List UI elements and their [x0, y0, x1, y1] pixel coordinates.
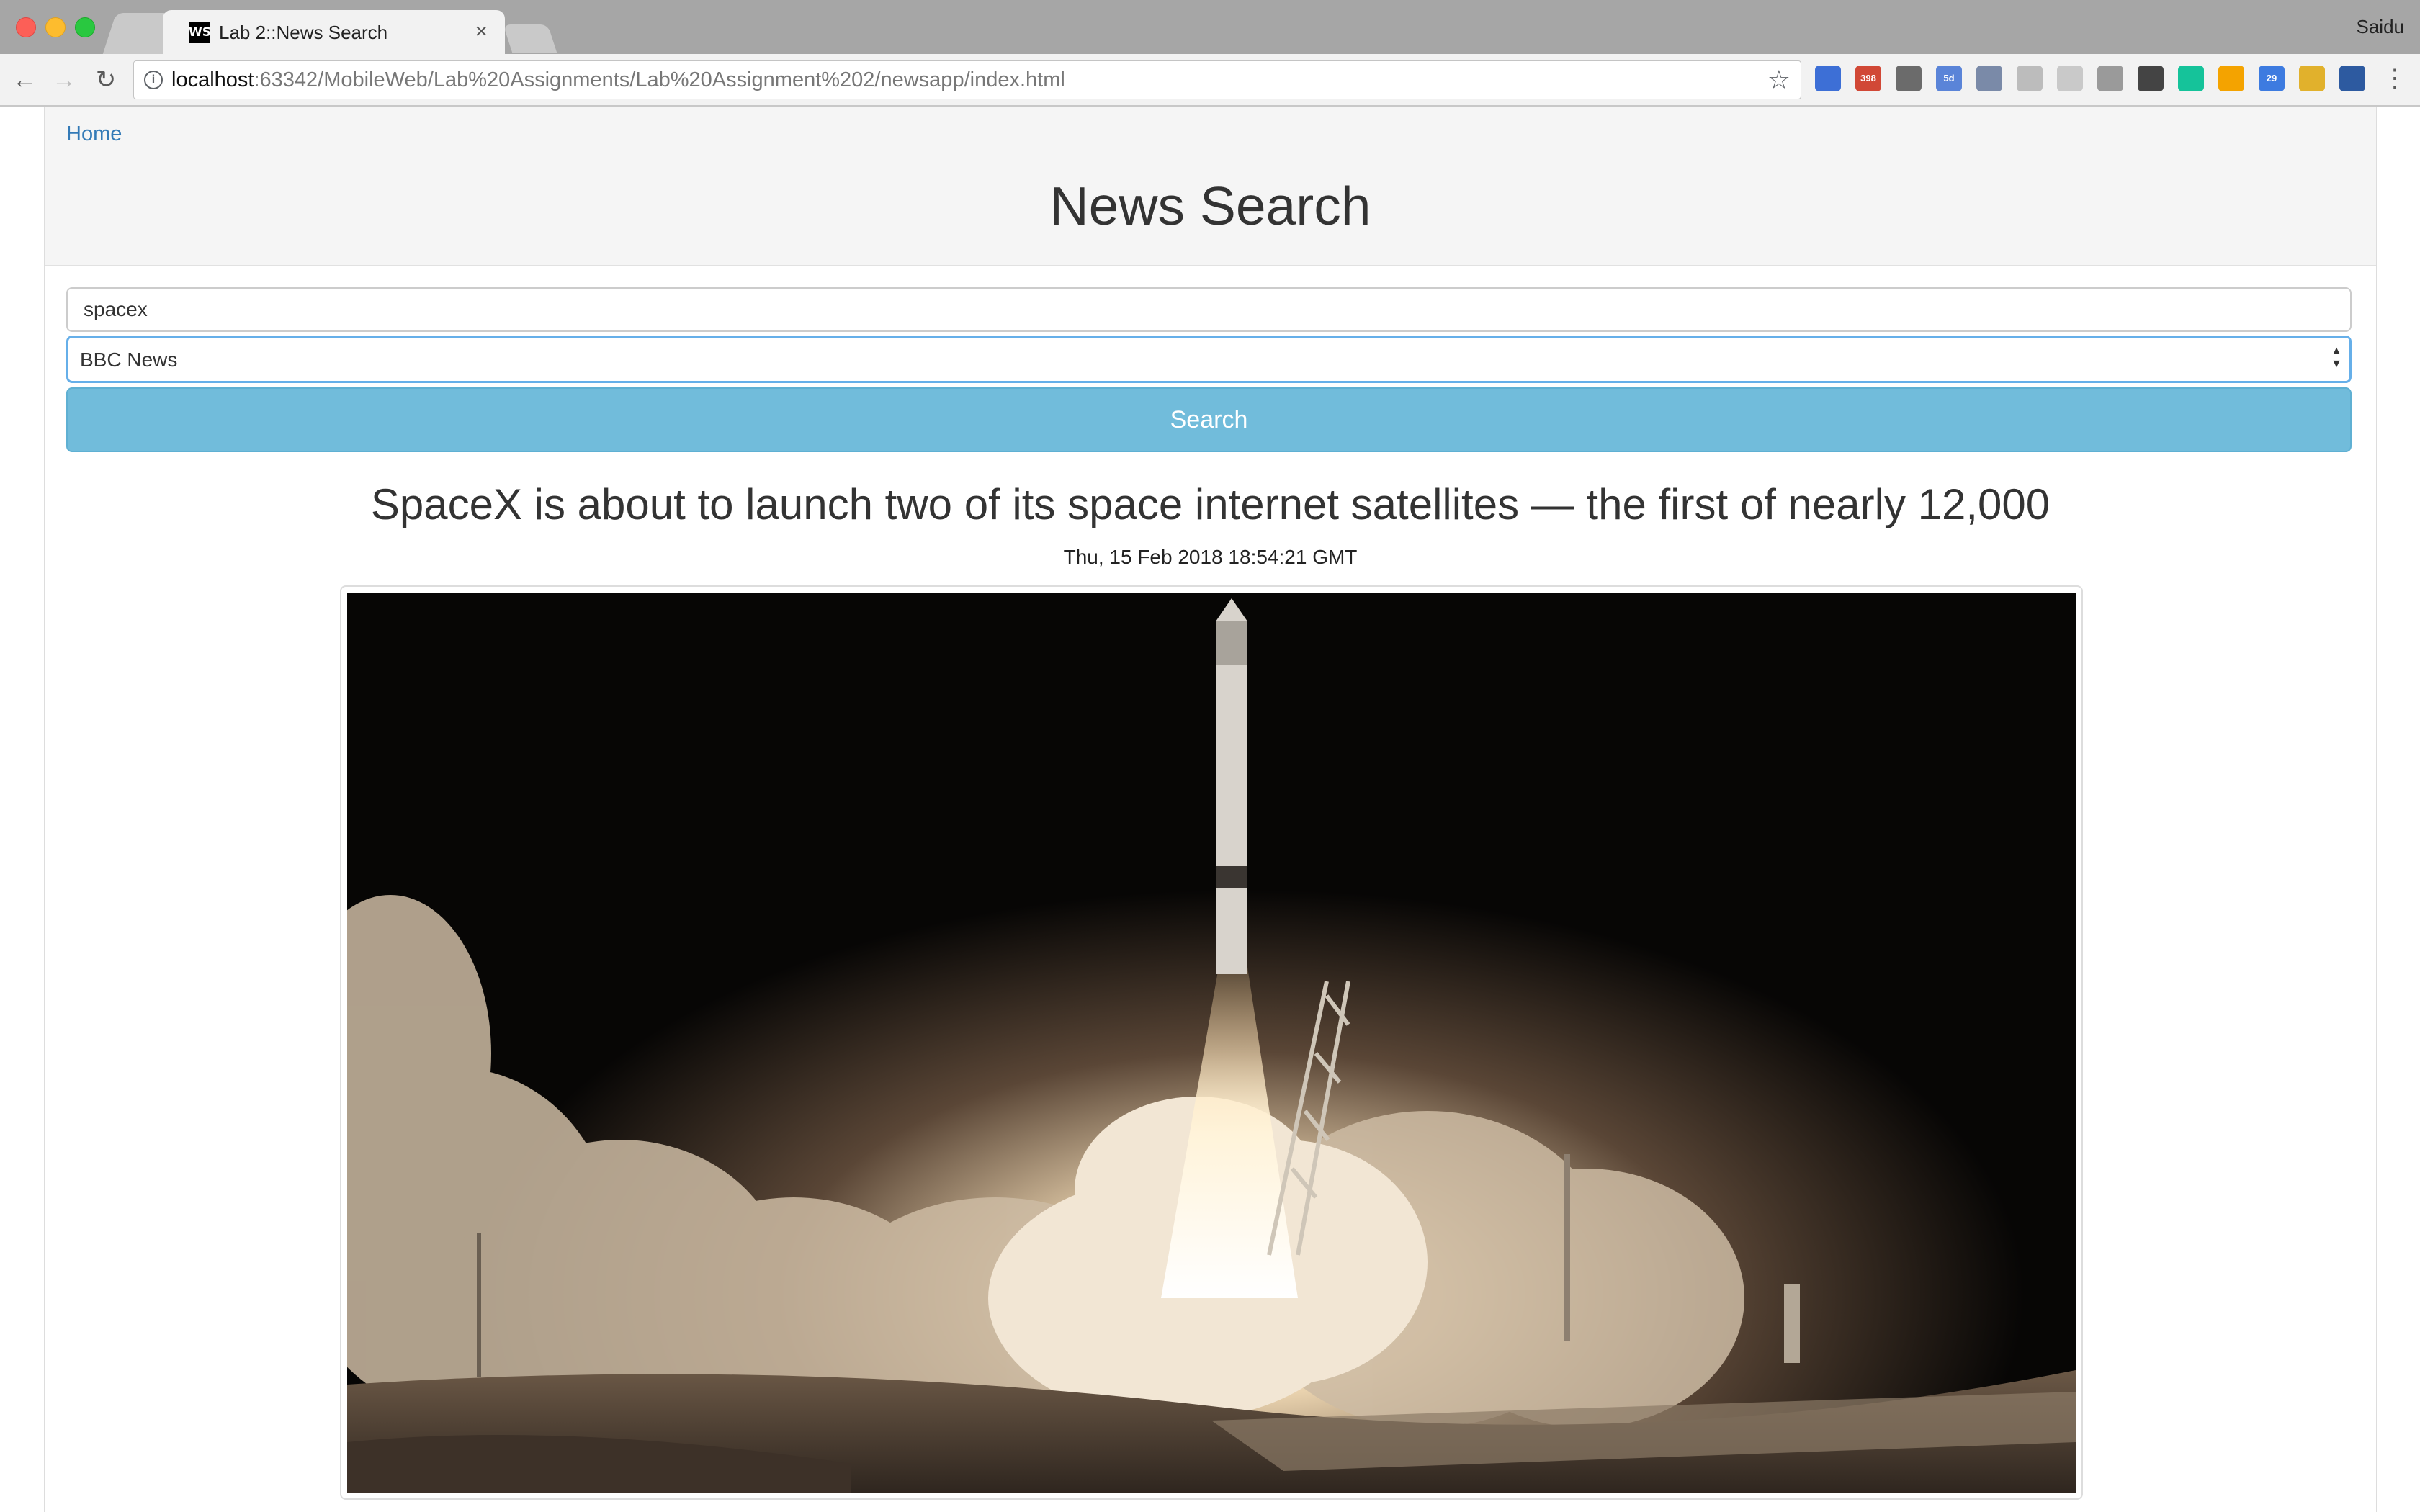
photos-extension-icon[interactable] [2218, 66, 2244, 91]
browser-toolbar: ← → ↻ i localhost:63342/MobileWeb/Lab%20… [0, 54, 2420, 107]
screenshot-extension-icon[interactable] [2057, 66, 2083, 91]
site-info-icon[interactable]: i [144, 71, 163, 89]
tab-close-icon[interactable]: × [475, 19, 488, 44]
extension-icons: 398 5d 29 [1815, 66, 2365, 94]
download-extension-icon[interactable] [2138, 66, 2164, 91]
tab-title: Lab 2::News Search [219, 22, 388, 43]
url-text[interactable]: localhost:63342/MobileWeb/Lab%20Assignme… [171, 68, 1065, 92]
gmail-extension-icon[interactable]: 398 [1855, 66, 1881, 91]
url-host: localhost [171, 68, 254, 91]
article-image-rocket-launch[interactable] [347, 593, 2076, 1493]
page-container: Home News Search BBC News ▲▼ Search Spac… [44, 107, 2377, 1512]
translate-extension-icon[interactable] [2017, 66, 2043, 91]
page-title: News Search [1049, 176, 1371, 236]
clock-extension-icon[interactable] [2299, 66, 2325, 91]
extension-badge: 398 [1860, 73, 1876, 84]
calendar2-extension-icon[interactable]: 29 [2259, 66, 2285, 91]
article-image-frame [340, 585, 2083, 1500]
mic-extension-icon[interactable] [1815, 66, 1841, 91]
url-path: :63342/MobileWeb/Lab%20Assignments/Lab%2… [254, 68, 1065, 91]
address-bar[interactable]: i localhost:63342/MobileWeb/Lab%20Assign… [133, 60, 1801, 99]
browser-tab-active[interactable]: WS Lab 2::News Search × [163, 10, 505, 54]
select-updown-icon: ▲ ▼ [2331, 345, 2342, 370]
forward-arrow-icon[interactable]: → [48, 64, 80, 96]
search-button[interactable]: Search [66, 387, 2352, 452]
webstorm-favicon-icon: WS [189, 22, 211, 43]
grammarly-extension-icon[interactable] [2178, 66, 2204, 91]
wordcount-extension-icon[interactable] [2097, 66, 2123, 91]
page-header: Home News Search [45, 107, 2376, 266]
extension-badge: 5d [1943, 73, 1955, 84]
news-source-selected-value: BBC News [80, 348, 178, 371]
article-title[interactable]: SpaceX is about to launch two of its spa… [45, 480, 2376, 529]
window-close-button[interactable] [16, 17, 36, 37]
news-source-select[interactable]: BBC News ▲ ▼ [66, 336, 2352, 383]
article-date: Thu, 15 Feb 2018 18:54:21 GMT [1063, 546, 1358, 568]
play-extension-icon[interactable] [2339, 66, 2365, 91]
extension-badge: 29 [2266, 73, 2277, 84]
window-minimize-button[interactable] [45, 17, 66, 37]
window-titlebar: WS Lab 2::News Search × Saidu [0, 0, 2420, 54]
new-tab-button[interactable] [503, 24, 557, 53]
home-link[interactable]: Home [66, 122, 122, 146]
window-maximize-button[interactable] [75, 17, 95, 37]
equalizer-extension-icon[interactable] [1976, 66, 2002, 91]
calendar-extension-icon[interactable]: 5d [1936, 66, 1962, 91]
mail-extension-icon[interactable] [1896, 66, 1922, 91]
reload-icon[interactable]: ↻ [90, 64, 122, 96]
bookmark-star-icon[interactable]: ☆ [1767, 65, 1791, 95]
search-input[interactable] [66, 287, 2352, 332]
browser-menu-icon[interactable]: ⋮ [2383, 64, 2407, 93]
back-arrow-icon[interactable]: ← [9, 64, 40, 96]
profile-name[interactable]: Saidu [2357, 16, 2405, 38]
